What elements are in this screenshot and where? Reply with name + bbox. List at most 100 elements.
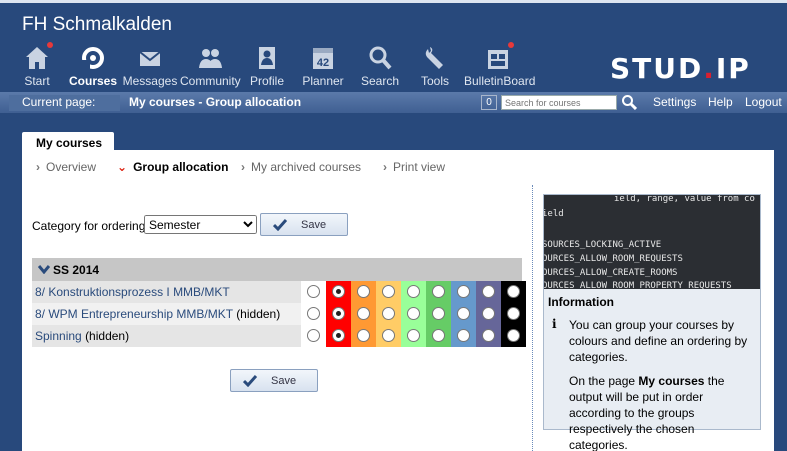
group-radio[interactable] bbox=[332, 329, 345, 342]
sidebar-divider bbox=[532, 185, 533, 451]
group-radio[interactable] bbox=[457, 307, 470, 320]
group-radio[interactable] bbox=[357, 329, 370, 342]
group-color-cell bbox=[326, 325, 351, 347]
info-title: Information bbox=[548, 295, 614, 309]
course-link[interactable]: 8/ Konstruktionsprozess I MMB/MKT bbox=[35, 285, 230, 299]
group-radio[interactable] bbox=[307, 285, 320, 298]
nav-profile[interactable]: Profile bbox=[248, 44, 286, 90]
group-radio[interactable] bbox=[457, 285, 470, 298]
group-color-cell bbox=[501, 325, 526, 347]
nav-tools[interactable]: Tools bbox=[417, 44, 453, 90]
group-radio[interactable] bbox=[507, 307, 520, 320]
people-icon bbox=[197, 44, 223, 72]
course-link[interactable]: Spinning bbox=[35, 329, 82, 343]
checkmark-icon bbox=[272, 218, 288, 232]
group-radio[interactable] bbox=[482, 329, 495, 342]
nav-label: Planner bbox=[302, 74, 344, 88]
nav-community[interactable]: Community bbox=[180, 44, 241, 90]
group-radio[interactable] bbox=[407, 285, 420, 298]
chevron-down-icon bbox=[37, 263, 51, 275]
group-color-cell bbox=[301, 303, 326, 325]
subnav-label: My archived courses bbox=[251, 160, 362, 174]
group-radio[interactable] bbox=[357, 307, 370, 320]
house-icon bbox=[24, 42, 53, 72]
group-radio[interactable] bbox=[407, 307, 420, 320]
group-radio[interactable] bbox=[382, 307, 395, 320]
info-text-part: On the page bbox=[569, 374, 639, 388]
course-name-cell: 8/ Konstruktionsprozess I MMB/MKT bbox=[32, 281, 301, 303]
studip-logo[interactable]: STUD.IP bbox=[610, 52, 751, 85]
nav-courses[interactable]: Courses bbox=[69, 44, 117, 90]
semester-header[interactable]: SS 2014 bbox=[32, 258, 522, 281]
wrench-icon bbox=[422, 44, 448, 72]
logout-link[interactable]: Logout bbox=[745, 95, 782, 109]
group-color-cell bbox=[351, 281, 376, 303]
bulletin-icon bbox=[485, 42, 514, 72]
chevron-down-icon: ⌄ bbox=[117, 160, 128, 174]
ordering-select[interactable]: Semester bbox=[144, 215, 257, 234]
nav-label: Profile bbox=[249, 74, 284, 88]
nav-search[interactable]: Search bbox=[360, 44, 400, 90]
group-radio[interactable] bbox=[457, 329, 470, 342]
group-radio[interactable] bbox=[482, 307, 495, 320]
group-radio[interactable] bbox=[407, 329, 420, 342]
group-color-cell bbox=[301, 281, 326, 303]
group-color-cell bbox=[451, 325, 476, 347]
info-image-line: ield bbox=[544, 209, 564, 219]
course-row: 8/ Konstruktionsprozess I MMB/MKT bbox=[32, 281, 526, 303]
group-radio[interactable] bbox=[432, 307, 445, 320]
group-color-cell bbox=[501, 281, 526, 303]
group-radio[interactable] bbox=[332, 285, 345, 298]
course-row: 8/ WPM Entrepreneurship MMB/MKT (hidden) bbox=[32, 303, 526, 325]
group-radio[interactable] bbox=[307, 307, 320, 320]
save-label: Save bbox=[301, 219, 327, 231]
tab-my-courses[interactable]: My courses bbox=[22, 132, 114, 152]
group-radio[interactable] bbox=[482, 285, 495, 298]
group-radio[interactable] bbox=[507, 329, 520, 342]
subnav-group-allocation[interactable]: ⌄ Group allocation bbox=[117, 160, 228, 174]
nav-label: BulletinBoard bbox=[464, 74, 536, 88]
info-text-bold: My courses bbox=[638, 374, 705, 388]
info-image: ield, range, value from co ield SOURCES_… bbox=[544, 195, 760, 289]
group-radio[interactable] bbox=[357, 285, 370, 298]
group-radio[interactable] bbox=[332, 307, 345, 320]
checkmark-icon bbox=[242, 374, 258, 388]
bottom-save-button[interactable]: Save bbox=[230, 369, 318, 392]
nav-start[interactable]: Start bbox=[14, 42, 60, 90]
course-suffix: (hidden) bbox=[85, 329, 130, 343]
nav-messages[interactable]: Messages bbox=[122, 44, 178, 90]
group-color-cell bbox=[426, 325, 451, 347]
group-color-cell bbox=[401, 281, 426, 303]
help-link[interactable]: Help bbox=[708, 95, 733, 109]
group-radio[interactable] bbox=[382, 285, 395, 298]
info-paragraph: On the page My courses the output will b… bbox=[569, 373, 755, 451]
group-color-cell bbox=[326, 281, 351, 303]
group-radio[interactable] bbox=[507, 285, 520, 298]
subnav-print-view[interactable]: › Print view bbox=[383, 160, 445, 174]
info-image-line: ield, range, value from co bbox=[614, 195, 755, 204]
logo-text: STUD bbox=[610, 52, 704, 85]
settings-link[interactable]: Settings bbox=[653, 95, 696, 109]
group-radio[interactable] bbox=[382, 329, 395, 342]
group-radio[interactable] bbox=[432, 329, 445, 342]
header: FH Schmalkalden Start Courses Messages C… bbox=[0, 0, 787, 92]
course-link[interactable]: 8/ WPM Entrepreneurship MMB/MKT bbox=[35, 307, 233, 321]
search-icon[interactable] bbox=[621, 94, 638, 111]
nav-label: Start bbox=[24, 74, 50, 88]
new-badge bbox=[47, 42, 53, 48]
nav-planner[interactable]: 42 Planner bbox=[301, 44, 345, 90]
group-radio[interactable] bbox=[307, 329, 320, 342]
subnav-overview[interactable]: › Overview bbox=[36, 160, 96, 174]
save-button[interactable]: Save bbox=[260, 213, 348, 236]
subnav-archived-courses[interactable]: › My archived courses bbox=[241, 160, 361, 174]
search-input[interactable] bbox=[501, 95, 617, 110]
nav-label: Courses bbox=[69, 74, 118, 88]
group-radio[interactable] bbox=[432, 285, 445, 298]
course-row: Spinning (hidden) bbox=[32, 325, 526, 347]
subnav-label: Overview bbox=[46, 160, 97, 174]
info-icon: i bbox=[552, 317, 557, 331]
notification-count[interactable]: 0 bbox=[481, 95, 497, 110]
group-color-cell bbox=[301, 325, 326, 347]
top-line bbox=[0, 0, 787, 3]
nav-bulletinboard[interactable]: BulletinBoard bbox=[464, 42, 536, 90]
